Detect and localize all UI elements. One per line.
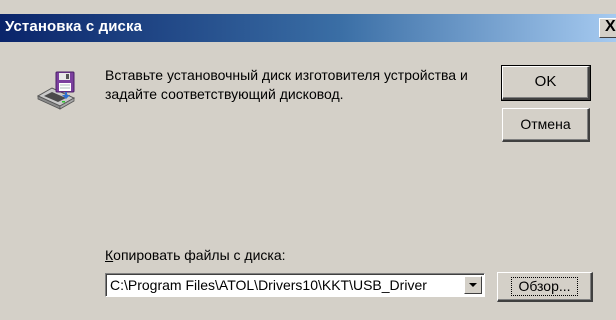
copy-from-label: Копировать файлы с диска:	[105, 247, 286, 263]
cancel-button[interactable]: Отмена	[502, 108, 590, 142]
window-title: Установка с диска	[5, 18, 143, 35]
browse-button-label: Обзор...	[511, 277, 578, 296]
copy-from-path-combobox[interactable]: C:\Program Files\ATOL\Drivers10\KKT\USB_…	[105, 273, 485, 297]
ok-button[interactable]: OK	[501, 65, 591, 101]
install-from-disk-dialog: Установка с диска X Вставьте установочны…	[0, 0, 616, 320]
copy-from-path-value[interactable]: C:\Program Files\ATOL\Drivers10\KKT\USB_…	[110, 277, 460, 293]
close-button[interactable]: X	[599, 18, 616, 38]
instruction-text: Вставьте установочный диск изготовителя …	[105, 67, 468, 102]
copy-from-label-text: опировать файлы с диска:	[113, 247, 286, 263]
copy-from-label-accel: К	[105, 247, 114, 263]
dropdown-arrow-icon[interactable]	[464, 276, 482, 294]
close-icon: X	[605, 18, 616, 35]
title-bar[interactable]: Установка с диска X	[0, 14, 616, 42]
browse-button[interactable]: Обзор...	[497, 272, 593, 302]
floppy-disk-drive-icon	[36, 70, 76, 110]
